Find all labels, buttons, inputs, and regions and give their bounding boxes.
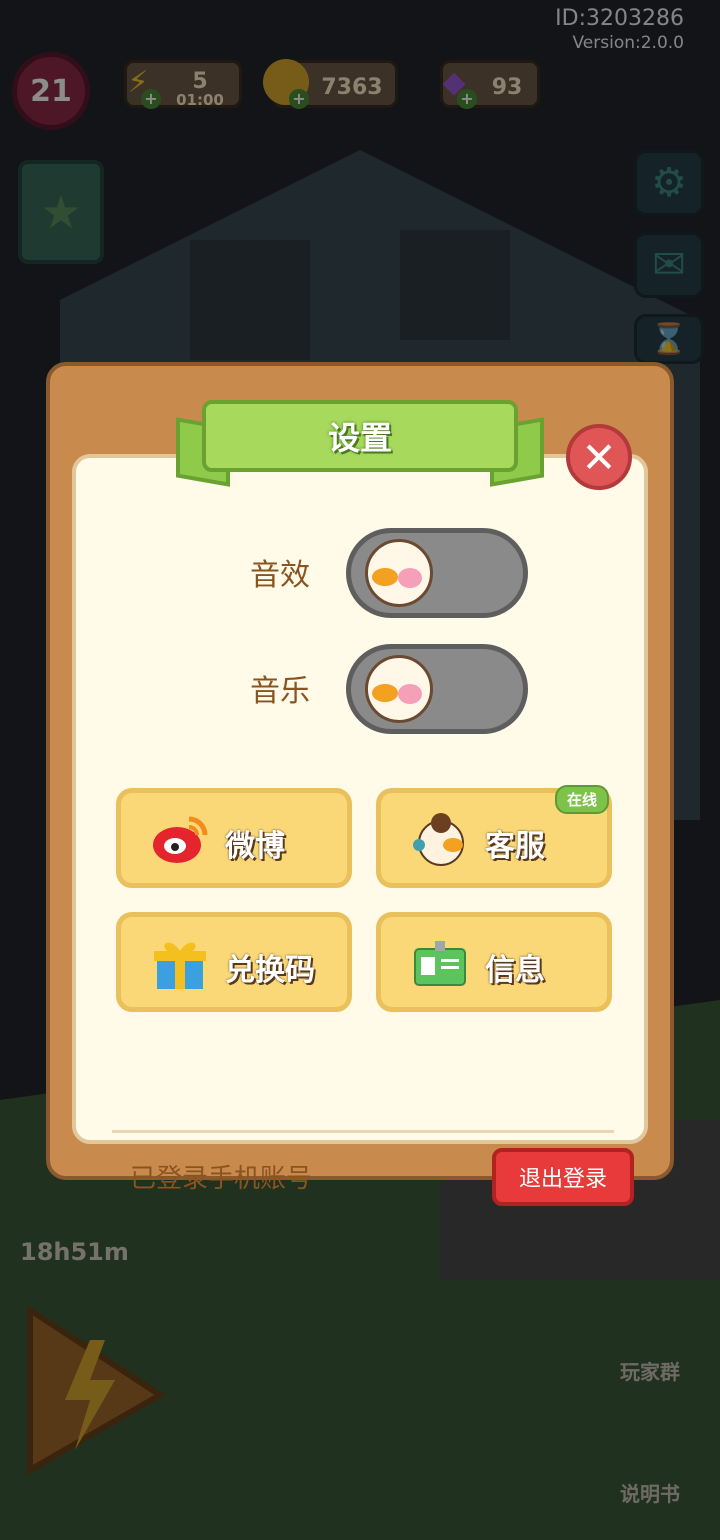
sound-effects-toggle[interactable]	[346, 528, 528, 618]
redeem-code-button[interactable]: 兑换码	[116, 912, 352, 1012]
id-card-icon	[411, 935, 469, 993]
gift-box-icon	[151, 935, 209, 993]
info-label: 信息	[485, 953, 545, 988]
account-status-text: 已登录手机账号	[130, 1164, 313, 1194]
settings-dialog: 音效 音乐 微博 客服 在线 兑换码 信息 已登录手机账号 退出登录 设置 ✕	[46, 362, 674, 1206]
divider	[112, 1130, 614, 1133]
customer-service-label: 客服	[485, 829, 545, 864]
sound-effects-label: 音效	[250, 558, 310, 593]
info-button[interactable]: 信息	[376, 912, 612, 1012]
weibo-label: 微博	[225, 829, 285, 864]
close-button[interactable]: ✕	[566, 424, 632, 490]
duck-toggle-knob-icon	[365, 655, 433, 723]
music-toggle[interactable]	[346, 644, 528, 734]
redeem-code-label: 兑换码	[225, 953, 315, 988]
weibo-icon	[151, 811, 209, 869]
logout-button[interactable]: 退出登录	[492, 1148, 634, 1206]
customer-service-button[interactable]: 客服 在线	[376, 785, 612, 888]
online-status-badge: 在线	[554, 785, 609, 814]
title-ribbon: 设置	[176, 400, 544, 487]
duck-toggle-knob-icon	[365, 539, 433, 607]
dialog-title: 设置	[202, 400, 518, 472]
weibo-button[interactable]: 微博	[116, 788, 352, 888]
support-agent-icon	[411, 811, 469, 869]
settings-panel: 音效 音乐 微博 客服 在线 兑换码 信息 已登录手机账号 退出登录	[72, 454, 648, 1206]
close-icon: ✕	[581, 432, 617, 482]
music-label: 音乐	[250, 674, 310, 709]
